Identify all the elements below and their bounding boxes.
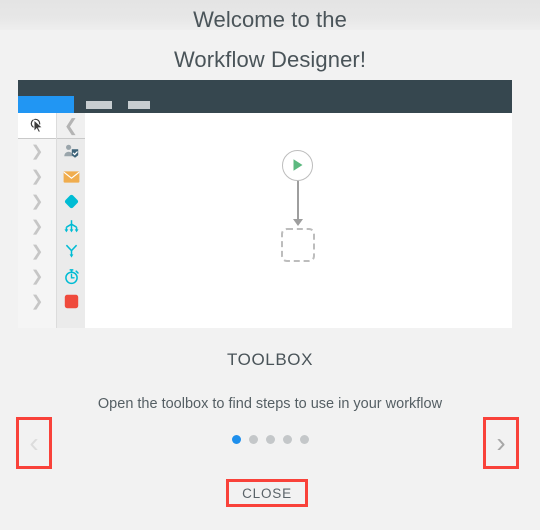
parallel-split-icon bbox=[63, 219, 80, 234]
play-triangle-icon bbox=[283, 151, 312, 179]
app-toolbox-sidebar: ❯ ❯ ❯ ❯ ❯ ❯ ❯ ❮ bbox=[18, 113, 85, 328]
arrow-down-connector-icon bbox=[293, 219, 303, 226]
toolbox-collapse-button[interactable]: ❮ bbox=[57, 113, 85, 139]
tour-next-button[interactable]: › bbox=[483, 417, 519, 469]
page-title: Welcome to the Workflow Designer! bbox=[0, 0, 540, 80]
toolbox-item-stop[interactable] bbox=[57, 289, 85, 314]
tour-step-description: Open the toolbox to find steps to use in… bbox=[97, 396, 443, 412]
toolbox-item-user-approval[interactable] bbox=[57, 139, 85, 164]
app-screenshot-panel: ❯ ❯ ❯ ❯ ❯ ❯ ❯ ❮ bbox=[18, 80, 512, 328]
chevron-right-icon: ❯ bbox=[30, 243, 44, 260]
tour-pagination-dots bbox=[0, 435, 540, 444]
toolbox-expander-3[interactable]: ❯ bbox=[18, 189, 56, 214]
chevron-right-icon: ❯ bbox=[30, 193, 44, 210]
toolbox-expander-4[interactable]: ❯ bbox=[18, 214, 56, 239]
app-tab-placeholder-2 bbox=[128, 101, 150, 109]
timer-icon bbox=[63, 268, 80, 285]
chevron-left-icon: ‹ bbox=[29, 427, 39, 458]
chevron-right-icon: ❯ bbox=[30, 143, 44, 160]
chevron-right-icon: ❯ bbox=[30, 293, 44, 310]
tour-dot-1[interactable] bbox=[231, 435, 241, 444]
toolbox-item-timer[interactable] bbox=[57, 264, 85, 289]
workflow-canvas[interactable] bbox=[85, 113, 512, 328]
toolbox-item-parallel-split[interactable] bbox=[57, 214, 85, 239]
toolbox-cursor-cell bbox=[18, 113, 56, 139]
tour-dot-2[interactable] bbox=[248, 435, 258, 444]
close-button[interactable]: CLOSE bbox=[226, 479, 308, 507]
page-title-line2: Workflow Designer! bbox=[173, 47, 367, 72]
cursor-pointer-icon bbox=[28, 117, 46, 135]
toolbox-expander-6[interactable]: ❯ bbox=[18, 264, 56, 289]
chevron-right-icon: ❯ bbox=[30, 268, 44, 285]
page-title-line1: Welcome to the bbox=[193, 7, 347, 32]
chevron-right-icon: ❯ bbox=[30, 168, 44, 185]
app-tab-placeholder-1 bbox=[86, 101, 112, 109]
toolbox-item-email[interactable] bbox=[57, 164, 85, 189]
stop-square-icon bbox=[64, 294, 79, 309]
toolbox-expander-1[interactable]: ❯ bbox=[18, 139, 56, 164]
tour-previous-button[interactable]: ‹ bbox=[16, 417, 52, 469]
chevron-left-icon: ❮ bbox=[63, 116, 79, 135]
decision-diamond-icon bbox=[63, 193, 80, 210]
tour-step-title: TOOLBOX bbox=[226, 350, 314, 369]
app-tab-active bbox=[18, 96, 74, 113]
toolbox-expander-7[interactable]: ❯ bbox=[18, 289, 56, 314]
toolbox-item-merge-join[interactable] bbox=[57, 239, 85, 264]
toolbox-expander-5[interactable]: ❯ bbox=[18, 239, 56, 264]
toolbox-item-decision[interactable] bbox=[57, 189, 85, 214]
workflow-start-node[interactable] bbox=[282, 150, 313, 181]
workflow-drop-target[interactable] bbox=[281, 228, 315, 262]
app-topbar bbox=[18, 80, 512, 113]
toolbox-expander-2[interactable]: ❯ bbox=[18, 164, 56, 189]
tour-dot-3[interactable] bbox=[265, 435, 275, 444]
workflow-connector-line bbox=[297, 181, 299, 221]
chevron-right-icon: › bbox=[496, 427, 506, 458]
tour-dot-4[interactable] bbox=[282, 435, 292, 444]
tour-dot-5[interactable] bbox=[299, 435, 309, 444]
toolbox-expander-column: ❯ ❯ ❯ ❯ ❯ ❯ ❯ bbox=[18, 113, 57, 328]
envelope-icon bbox=[63, 170, 80, 184]
chevron-right-icon: ❯ bbox=[30, 218, 44, 235]
user-approval-icon bbox=[63, 143, 80, 160]
toolbox-icon-column: ❮ bbox=[57, 113, 85, 328]
merge-join-icon bbox=[63, 244, 80, 259]
